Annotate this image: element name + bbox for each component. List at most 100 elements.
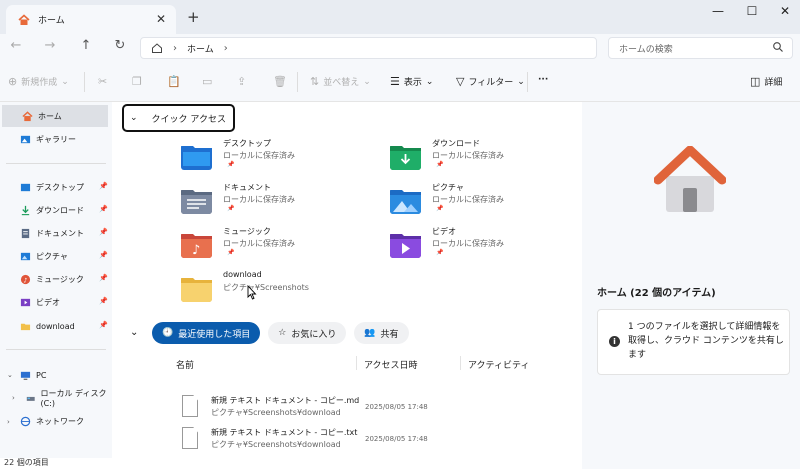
pin-icon[interactable]: 📌 (99, 251, 108, 259)
navigation-pane: ホーム ギャラリー デスクトップ 📌 ダウンロード 📌 ドキュメント 📌 ピクチ… (0, 102, 112, 458)
close-tab-icon[interactable]: ✕ (156, 12, 166, 26)
forward-button[interactable]: → (40, 38, 60, 53)
folder-icon (181, 278, 212, 302)
column-header-activity[interactable]: アクティビティ (468, 358, 529, 371)
file-path: ピクチャ¥Screenshots¥download (211, 408, 341, 417)
sidebar-item-label: PC (36, 370, 47, 380)
column-divider[interactable] (460, 356, 461, 370)
sidebar-item-local-disk[interactable]: ローカル ディスク (C:) (0, 387, 112, 409)
address-bar[interactable]: › ホーム › (140, 37, 597, 59)
sidebar-item-downloads[interactable]: ダウンロード 📌 (0, 199, 112, 221)
quick-access-folder-documents[interactable]: ドキュメント ローカルに保存済み 📌 (181, 182, 381, 222)
close-window-button[interactable]: ✕ (770, 4, 800, 22)
breadcrumb-chevron[interactable]: › (224, 43, 228, 54)
folder-subtitle: ローカルに保存済み (432, 151, 504, 160)
music-icon: ♪ (20, 274, 31, 284)
folder-name: ビデオ (432, 227, 456, 236)
details-pane-button[interactable]: ◫ 詳細 (750, 75, 782, 88)
pin-icon[interactable]: 📌 (99, 182, 108, 190)
share-icon[interactable]: ⇪ (237, 75, 246, 88)
sidebar-item-pc[interactable]: PC (0, 364, 112, 386)
tab-shared[interactable]: 👥 共有 (354, 322, 409, 344)
sidebar-item-documents[interactable]: ドキュメント 📌 (0, 222, 112, 244)
sidebar-item-gallery[interactable]: ギャラリー (0, 128, 112, 150)
sort-icon: ⇅ (310, 75, 320, 88)
tab-recent[interactable]: 🕘 最近使用した項目 (152, 322, 261, 344)
breadcrumb-home[interactable]: ホーム (187, 42, 214, 55)
sidebar-item-network[interactable]: ネットワーク (0, 410, 112, 432)
home-icon (18, 13, 30, 25)
quick-access-folder-music[interactable]: ♪ ミュージック ローカルに保存済み 📌 (181, 226, 381, 266)
quick-access-folder-downloads[interactable]: ダウンロード ローカルに保存済み 📌 (390, 138, 590, 178)
new-label: 新規作成 (21, 78, 58, 88)
search-box[interactable]: ホームの検索 (608, 37, 793, 59)
pin-icon[interactable]: 📌 (99, 274, 108, 282)
tab-label: お気に入り (291, 329, 337, 340)
filter-label: フィルター (468, 78, 514, 88)
document-icon (21, 228, 30, 238)
quick-access-folder-videos[interactable]: ビデオ ローカルに保存済み 📌 (390, 226, 590, 266)
refresh-button[interactable]: ↻ (110, 38, 130, 53)
table-row[interactable]: 新規 テキスト ドキュメント - コピー.md ピクチャ¥Screenshots… (172, 392, 572, 424)
new-button[interactable]: ⊕ 新規作成 ⌄ (8, 75, 69, 88)
copy-icon[interactable]: ❐ (132, 75, 142, 88)
table-row[interactable]: 新規 テキスト ドキュメント - コピー.txt ピクチャ¥Screenshot… (172, 424, 572, 456)
chevron-down-icon: ⌄ (61, 76, 69, 87)
column-header-date[interactable]: アクセス日時 (364, 358, 418, 371)
folder-name: ミュージック (223, 227, 271, 236)
pin-icon[interactable]: 📌 (99, 205, 108, 213)
sidebar-item-label: ギャラリー (36, 134, 76, 144)
title-bar: ホーム ✕ + — ☐ ✕ (0, 0, 800, 34)
command-bar: ⊕ 新規作成 ⌄ ✂ ❐ 📋 ▭ ⇪ 🗑 ⇅ 並べ替え ⌄ ☰ 表示 ⌄ ▽ フ… (0, 62, 800, 102)
quick-access-folder-desktop[interactable]: デスクトップ ローカルに保存済み 📌 (181, 138, 381, 178)
cut-icon[interactable]: ✂ (98, 75, 107, 88)
column-header-name[interactable]: 名前 (176, 358, 194, 371)
filter-button[interactable]: ▽ フィルター ⌄ (456, 75, 525, 88)
rename-icon[interactable]: ▭ (202, 75, 212, 88)
file-path: ピクチャ¥Screenshots¥download (211, 440, 341, 449)
minimize-button[interactable]: — (703, 4, 733, 22)
sidebar-item-label: デスクトップ (36, 182, 84, 192)
sidebar-item-download-folder[interactable]: download 📌 (0, 315, 112, 337)
folder-name: ダウンロード (432, 139, 480, 148)
tab-home[interactable]: ホーム ✕ (6, 5, 176, 34)
details-label: 詳細 (764, 78, 783, 88)
sidebar-item-desktop[interactable]: デスクトップ 📌 (0, 176, 112, 198)
sidebar-item-music[interactable]: ♪ ミュージック 📌 (0, 268, 112, 290)
details-info-box: i 1 つのファイルを選択して詳細情報を取得し、クラウド コンテンツを共有します (597, 309, 790, 375)
column-divider[interactable] (356, 356, 357, 370)
folder-subtitle: ローカルに保存済み (223, 195, 295, 204)
sidebar-item-home[interactable]: ホーム (2, 105, 108, 127)
folder-subtitle: ローカルに保存済み (432, 239, 504, 248)
more-options-button[interactable]: ··· (538, 75, 548, 85)
quick-access-folder-download[interactable]: download ピクチャ¥Screenshots (181, 270, 381, 310)
paste-icon[interactable]: 📋 (167, 75, 181, 88)
maximize-button[interactable]: ☐ (737, 4, 767, 22)
quick-access-folder-pictures[interactable]: ピクチャ ローカルに保存済み 📌 (390, 182, 590, 222)
chevron-down-icon: ⌄ (130, 113, 138, 123)
pin-icon: 📌 (436, 205, 444, 212)
pin-icon[interactable]: 📌 (99, 321, 108, 329)
tab-favorites[interactable]: ☆ お気に入り (268, 322, 347, 344)
chevron-down-icon: ⌄ (517, 76, 525, 87)
recent-collapse-chevron-icon[interactable]: ⌄ (130, 327, 138, 338)
sidebar-item-videos[interactable]: ビデオ 📌 (0, 291, 112, 313)
pin-icon: 📌 (227, 161, 235, 168)
sidebar-item-label: ホーム (38, 111, 62, 121)
view-button[interactable]: ☰ 表示 ⌄ (390, 75, 433, 88)
details-title: ホーム (22 個のアイテム) (597, 288, 716, 299)
pin-icon[interactable]: 📌 (99, 297, 108, 305)
sort-button[interactable]: ⇅ 並べ替え ⌄ (310, 75, 371, 88)
back-button[interactable]: ← (6, 38, 26, 53)
pin-icon[interactable]: 📌 (99, 228, 108, 236)
sidebar-item-pictures[interactable]: ピクチャ 📌 (0, 245, 112, 267)
delete-icon[interactable]: 🗑 (273, 75, 287, 88)
up-button[interactable]: ↑ (76, 38, 96, 53)
new-tab-button[interactable]: + (187, 8, 200, 26)
sidebar-item-label: ドキュメント (36, 228, 84, 238)
folder-subtitle: ピクチャ¥Screenshots (223, 283, 309, 292)
network-icon (20, 416, 31, 426)
clock-icon: 🕘 (162, 328, 174, 338)
filter-icon: ▽ (456, 75, 465, 88)
quick-access-header[interactable]: ⌄ クイック アクセス (122, 104, 235, 132)
